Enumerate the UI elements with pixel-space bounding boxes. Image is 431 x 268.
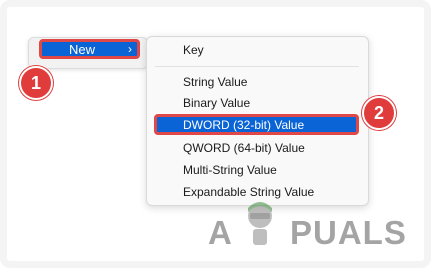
- chevron-right-icon: ›: [128, 42, 132, 56]
- step-badge-2: 2: [362, 96, 396, 130]
- menu-item-string-value[interactable]: String Value: [183, 75, 247, 89]
- menu-item-dword-label: DWORD (32-bit) Value: [183, 118, 305, 132]
- menu-item-expandable-string-value[interactable]: Expandable String Value: [183, 185, 314, 199]
- watermark-suffix: PUALS: [290, 214, 407, 251]
- menu-item-key[interactable]: Key: [183, 43, 204, 57]
- menu-item-new[interactable]: New ›: [39, 39, 140, 59]
- menu-item-qword-value[interactable]: QWORD (64-bit) Value: [183, 141, 305, 155]
- menu-item-multi-string-value[interactable]: Multi-String Value: [183, 163, 277, 177]
- step-badge-1: 1: [19, 66, 53, 100]
- menu-separator: [155, 66, 359, 67]
- watermark-prefix: A: [208, 214, 233, 251]
- menu-item-new-label: New: [69, 42, 96, 57]
- menu-item-dword-value[interactable]: DWORD (32-bit) Value: [154, 114, 359, 135]
- mascot-logo-icon: [248, 202, 272, 245]
- menu-item-binary-value[interactable]: Binary Value: [183, 96, 250, 110]
